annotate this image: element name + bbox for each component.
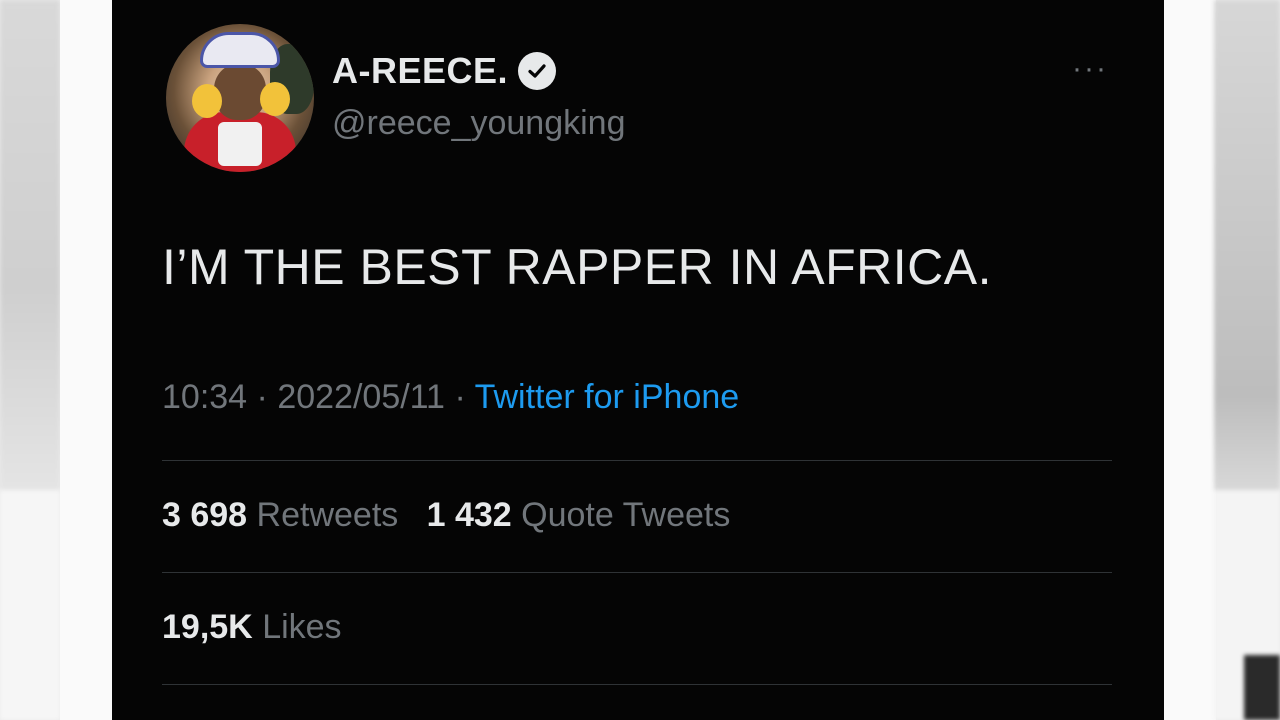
likes-stat[interactable]: 19,5K Likes [162, 608, 342, 647]
likes-count: 19,5K [162, 608, 253, 646]
tweet-time[interactable]: 10:34 [162, 378, 247, 416]
more-options-icon[interactable]: ··· [1072, 52, 1108, 86]
tweet-text: I’M THE BEST RAPPER IN AFRICA. [162, 239, 992, 295]
display-name-text[interactable]: A-REECE. [332, 50, 508, 92]
author-handle[interactable]: @reece_youngking [332, 104, 625, 143]
margin-right [1164, 0, 1216, 720]
background-image-left [0, 0, 60, 720]
background-image-right [1214, 0, 1280, 720]
tweet-date[interactable]: 2022/05/11 [277, 378, 445, 416]
retweets-label: Retweets [256, 496, 399, 534]
quote-tweets-stat[interactable]: 1 432 Quote Tweets [427, 496, 731, 534]
retweets-count: 3 698 [162, 496, 248, 534]
divider [162, 572, 1112, 573]
divider [162, 684, 1112, 685]
tweet-card: A-REECE. @reece_youngking ··· I’M THE BE… [112, 0, 1164, 720]
avatar[interactable] [166, 24, 314, 172]
avatar-face [214, 64, 266, 120]
background-dark-block [1244, 655, 1280, 720]
avatar-cap [200, 32, 280, 68]
divider [162, 460, 1112, 461]
meta-separator: · [454, 378, 466, 416]
meta-separator: · [256, 378, 268, 416]
tweet-source-link[interactable]: Twitter for iPhone [475, 378, 740, 416]
avatar-hand-left [192, 84, 222, 118]
avatar-shirt [184, 112, 296, 172]
margin-left [60, 0, 112, 720]
author-display-name[interactable]: A-REECE. [332, 50, 557, 92]
verified-badge-icon [518, 52, 557, 90]
avatar-hand-right [260, 82, 290, 116]
tweet-stats: 3 698 Retweets 1 432 Quote Tweets [162, 496, 730, 535]
quote-tweets-label: Quote Tweets [521, 496, 731, 534]
quote-tweets-count: 1 432 [426, 496, 512, 534]
retweets-stat[interactable]: 3 698 Retweets [162, 496, 398, 534]
page: A-REECE. @reece_youngking ··· I’M THE BE… [0, 0, 1280, 720]
tweet-meta: 10:34 · 2022/05/11 · Twitter for iPhone [162, 378, 739, 417]
likes-label: Likes [262, 608, 342, 646]
